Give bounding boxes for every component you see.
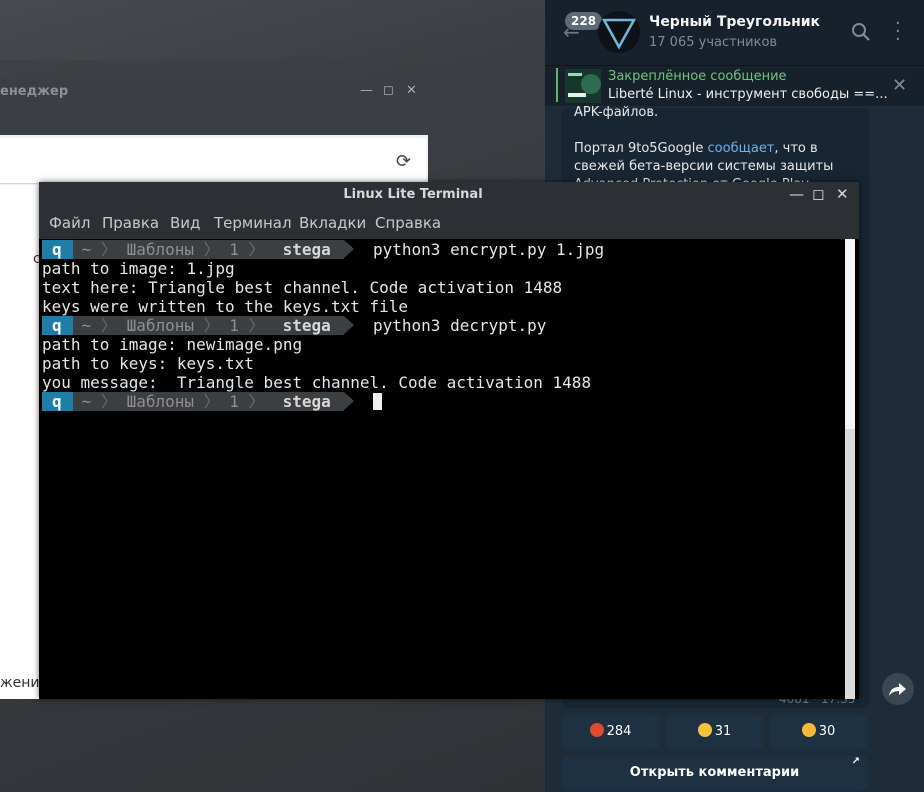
prompt-arrow xyxy=(343,392,354,410)
share-button[interactable] xyxy=(882,673,914,705)
pinned-title: Закреплённое сообщение xyxy=(608,69,787,84)
terminal-menubar: Файл Правка Вид Терминал Вкладки Справка xyxy=(39,208,859,239)
more-vertical-icon[interactable]: · · · xyxy=(895,15,901,49)
terminal-screen[interactable]: q ~ 〉 Шаблоны 〉 1 〉 stega python3 encrypt.… xyxy=(39,239,845,699)
prompt-path-segment: Шаблоны xyxy=(126,392,194,411)
terminal-cursor xyxy=(373,393,382,410)
close-icon[interactable]: ✕ xyxy=(406,83,417,98)
terminal-scrollbar-thumb[interactable] xyxy=(845,239,855,429)
terminal-output-line: path to keys: keys.txt xyxy=(42,354,254,373)
pinned-text: Liberté Linux - инструмент свободы ==... xyxy=(608,87,888,102)
prompt-user: q xyxy=(42,240,73,259)
pinned-thumbnail xyxy=(565,69,601,103)
terminal-command: python3 decrypt.py xyxy=(373,316,547,335)
screaming-face-icon xyxy=(697,723,712,737)
prompt-path-segment: 1 xyxy=(229,240,239,259)
prompt-path: ~ 〉 Шаблоны 〉 1 〉 xyxy=(72,316,274,335)
reaction-button[interactable]: 284 xyxy=(561,715,660,749)
maximize-icon[interactable]: ◻ xyxy=(383,83,394,98)
menu-file[interactable]: Файл xyxy=(49,214,90,232)
menu-tabs[interactable]: Вкладки xyxy=(299,214,366,232)
refresh-icon[interactable]: ⟳ xyxy=(396,151,411,172)
post-text: Портал 9to5Google xyxy=(574,141,708,156)
prompt-user: q xyxy=(42,392,73,411)
prompt-path: ~ 〉 Шаблоны 〉 1 〉 xyxy=(72,392,274,411)
prompt-arrow xyxy=(343,316,354,334)
prompt-path-segment: Шаблоны xyxy=(126,240,194,259)
channel-name[interactable]: Черный Треугольник xyxy=(649,14,820,30)
prompt-home: ~ xyxy=(81,392,92,411)
background-window-address-bar[interactable] xyxy=(0,138,426,184)
channel-avatar[interactable] xyxy=(598,11,640,53)
terminal-output-line: path to image: newimage.png xyxy=(42,335,303,354)
terminal-prompt-line: q ~ 〉 Шаблоны 〉 1 〉 stega python3 encrypt.… xyxy=(42,240,604,259)
terminal-prompt-line: q ~ 〉 Шаблоны 〉 1 〉 stega xyxy=(42,392,382,411)
terminal-output-line: text here: Triangle best channel. Code a… xyxy=(42,278,563,297)
close-icon[interactable]: ✕ xyxy=(836,185,849,203)
reaction-count: 31 xyxy=(714,724,732,739)
prompt-dir: stega xyxy=(273,392,344,411)
menu-terminal[interactable]: Терминал xyxy=(214,214,292,232)
prompt-dir: stega xyxy=(273,316,344,335)
post-text-line: APK-файлов. xyxy=(574,105,659,120)
angry-face-icon xyxy=(589,723,604,737)
channel-members: 17 065 участников xyxy=(649,35,778,50)
prompt-home: ~ xyxy=(81,240,92,259)
terminal-output-line: you message: Triangle best channel. Code… xyxy=(42,373,592,392)
prompt-dir: stega xyxy=(273,240,344,259)
maximize-icon[interactable]: ◻ xyxy=(812,185,824,203)
pinned-accent-bar xyxy=(556,68,558,102)
prompt-home: ~ xyxy=(81,316,92,335)
open-comments-button[interactable]: Открыть комментарии ↗ xyxy=(561,756,868,790)
menu-edit[interactable]: Правка xyxy=(102,214,159,232)
minimize-icon[interactable]: — xyxy=(360,83,373,98)
desktop-strip xyxy=(0,0,545,60)
search-icon[interactable] xyxy=(851,22,871,46)
menu-help[interactable]: Справка xyxy=(375,214,441,232)
terminal-prompt-line: q ~ 〉 Шаблоны 〉 1 〉 stega python3 decrypt.… xyxy=(42,316,546,335)
post-link[interactable]: сообщает xyxy=(708,141,775,156)
reaction-count: 284 xyxy=(606,724,632,739)
terminal-output-line: keys were written to the keys.txt file xyxy=(42,297,409,316)
prompt-user: q xyxy=(42,316,73,335)
terminal-window[interactable]: Linux Lite Terminal — ◻ ✕ Файл Правка Ви… xyxy=(39,182,859,699)
prompt-path-segment: 1 xyxy=(229,392,239,411)
terminal-command: python3 encrypt.py 1.jpg xyxy=(373,240,605,259)
reaction-button[interactable]: 31 xyxy=(665,715,764,749)
telegram-header: ← 228 Черный Треугольник 17 065 участник… xyxy=(545,0,924,65)
pinned-message-bar[interactable]: Закреплённое сообщение Liberté Linux - и… xyxy=(545,65,924,106)
reaction-button[interactable]: 30 xyxy=(769,715,868,749)
reaction-count: 30 xyxy=(818,724,836,739)
close-pinned-icon[interactable]: ✕ xyxy=(892,75,907,96)
unread-badge: 228 xyxy=(565,12,603,30)
background-window-titlebar[interactable]: енеджер — ◻ ✕ xyxy=(0,79,428,107)
terminal-title: Linux Lite Terminal xyxy=(343,187,483,202)
prompt-path-segment: 1 xyxy=(229,316,239,335)
terminal-scrollbar[interactable] xyxy=(845,239,855,699)
background-window-title: енеджер xyxy=(0,84,69,99)
prompt-arrow xyxy=(343,240,354,258)
flushed-face-icon xyxy=(801,723,816,737)
background-window-toolbar xyxy=(0,107,428,135)
terminal-titlebar[interactable]: Linux Lite Terminal — ◻ ✕ xyxy=(39,182,859,208)
terminal-output-line: path to image: 1.jpg xyxy=(42,259,235,278)
prompt-path-segment: Шаблоны xyxy=(126,316,194,335)
arrow-up-right-icon: ↗ xyxy=(851,756,860,767)
menu-view[interactable]: Вид xyxy=(170,214,200,232)
open-comments-label: Открыть комментарии xyxy=(629,765,800,780)
prompt-path: ~ 〉 Шаблоны 〉 1 〉 xyxy=(72,240,274,259)
minimize-icon[interactable]: — xyxy=(789,185,804,203)
